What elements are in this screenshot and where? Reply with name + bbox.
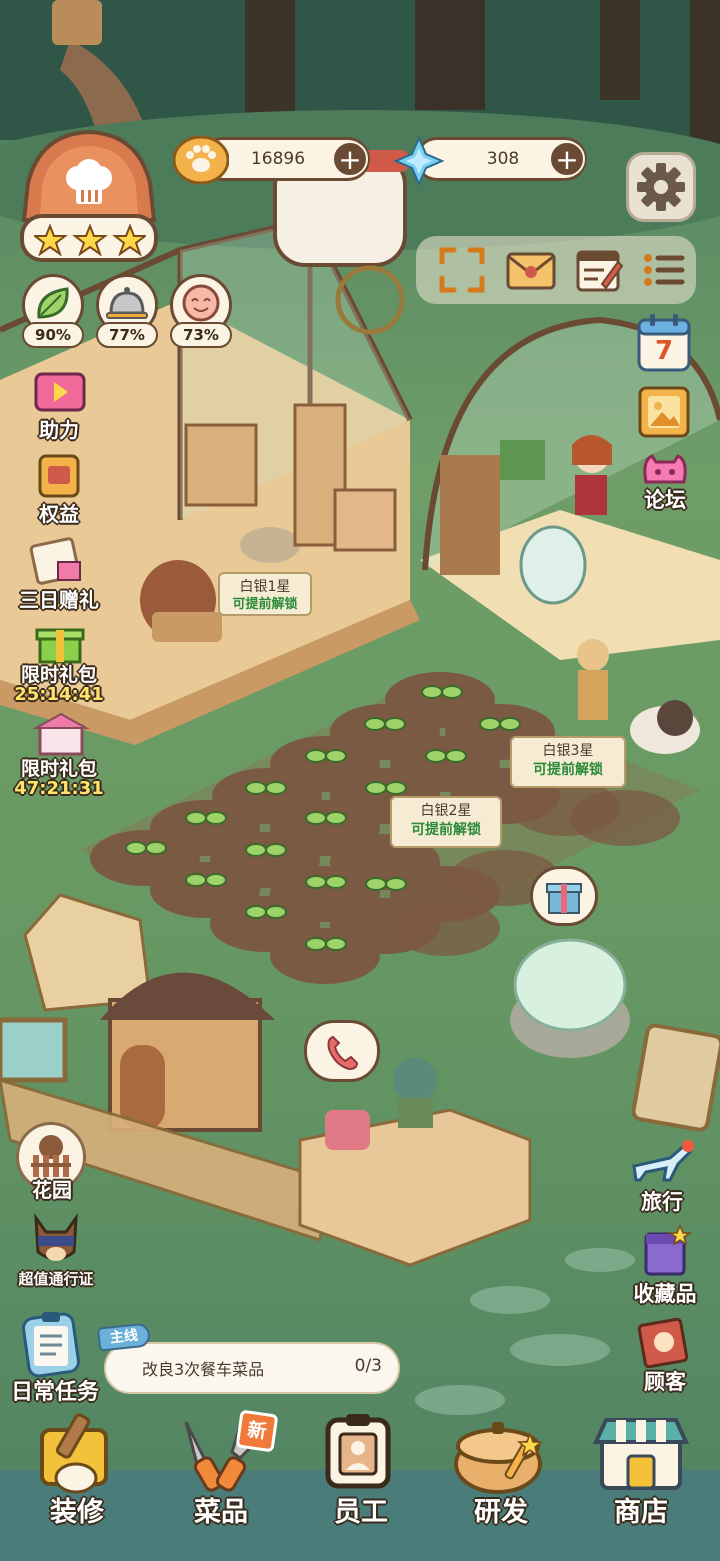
garden-button[interactable]: 花园 (14, 1122, 90, 1206)
shop-icon (592, 1418, 690, 1490)
benefits-label: 权益 (39, 502, 79, 526)
benefits-button[interactable]: 权益 (14, 452, 104, 526)
pass-label: 超值通行证 (18, 1270, 94, 1288)
limited-pack-1-timer: 25:14:41 (14, 684, 104, 705)
paw-coin-icon (172, 135, 230, 185)
gift-box-icon (546, 883, 582, 914)
nav-staff-label: 员工 (334, 1497, 388, 1528)
calendar-button[interactable]: 7 (636, 314, 692, 374)
nav-staff[interactable]: 员工 (306, 1412, 416, 1528)
assist-label: 助力 (39, 418, 79, 442)
stat-satisfaction[interactable]: 73% (170, 274, 232, 350)
stat-freshness[interactable]: 90% (22, 274, 84, 350)
cat-chat-icon (643, 454, 687, 484)
daily-tasks-button[interactable]: 日常任务 (4, 1308, 106, 1408)
menu-button[interactable] (638, 244, 690, 296)
unlock-sign-action: 可提前解锁 (411, 822, 481, 838)
staff-badge-icon (325, 1414, 391, 1489)
gem-icon (393, 135, 445, 187)
unlock-sign-action: 可提前解锁 (232, 597, 298, 612)
settings-button[interactable] (626, 152, 696, 222)
gift-bubble[interactable] (530, 866, 598, 926)
nav-dishes[interactable]: 新 菜品 (166, 1409, 279, 1528)
unlock-sign-silver-2[interactable]: 白银2星 可提前解锁 (390, 796, 502, 848)
new-badge: 新 (235, 1409, 279, 1453)
unlock-sign-silver-3[interactable]: 白银3星 可提前解锁 (510, 736, 626, 788)
game-scene: 白银1星 可提前解锁 白银2星 可提前解锁 白银3星 可提前解锁 16896 +… (0, 0, 720, 1561)
unlock-sign-tier: 白银1星 (239, 579, 291, 595)
nav-decorate[interactable]: 装修 (22, 1412, 132, 1528)
stat-value: 90% (22, 322, 84, 348)
main-quest-bar[interactable]: 改良3次餐车菜品 0/3 (104, 1342, 400, 1394)
quest-text: 改良3次餐车菜品 (142, 1360, 265, 1379)
stat-value: 77% (96, 322, 158, 348)
add-gems-button[interactable]: + (549, 141, 585, 177)
collection-button[interactable]: 收藏品 (620, 1224, 710, 1308)
notepad-icon (576, 250, 624, 292)
photo-album-button[interactable] (636, 384, 692, 440)
house-gift-icon (32, 712, 90, 756)
quest-progress: 0/3 (354, 1356, 382, 1376)
expand-icon (439, 247, 485, 293)
paint-roller-icon (40, 1413, 108, 1494)
assist-button[interactable]: 助力 (14, 368, 104, 442)
forum-label: 论坛 (644, 488, 686, 512)
daily-tasks-label: 日常任务 (10, 1380, 99, 1405)
fullscreen-button[interactable] (436, 244, 488, 296)
limited-pack-2-button[interactable]: 限时礼包 47:21:31 (4, 712, 114, 802)
limited-pack-1-button[interactable]: 限时礼包 25:14:41 (4, 620, 114, 708)
chef-hat-icon (66, 159, 112, 204)
voucher-icon (38, 454, 80, 498)
customers-label: 顾客 (644, 1370, 686, 1394)
customer-book-icon (637, 1317, 689, 1368)
collection-label: 收藏品 (633, 1282, 697, 1306)
collection-book-icon (644, 1224, 692, 1276)
phone-bubble[interactable] (304, 1020, 380, 1082)
limited-pack-2-timer: 47:21:31 (14, 778, 104, 799)
unlock-sign-tier: 白银2星 (420, 803, 472, 819)
dog-mascot-icon (34, 1212, 78, 1261)
nav-research-label: 研发 (474, 1497, 528, 1528)
travel-button[interactable]: 旅行 (622, 1136, 702, 1216)
limited-pack-2-label: 限时礼包 (20, 758, 97, 780)
unlock-sign-silver-1[interactable]: 白银1星 可提前解锁 (218, 572, 312, 616)
unlock-sign-action: 可提前解锁 (533, 762, 603, 778)
pass-button[interactable]: 超值通行证 (4, 1206, 108, 1294)
customers-button[interactable]: 顾客 (626, 1316, 704, 1396)
video-play-icon (34, 372, 86, 412)
coin-amount: 16896 (250, 149, 306, 169)
three-day-gift-button[interactable]: 三日赠礼 (4, 536, 114, 612)
gift-box-icon (35, 628, 85, 664)
photo-frame-icon (638, 386, 690, 438)
unlock-sign-tier: 白银3星 (542, 743, 594, 759)
garden-label: 花园 (32, 1178, 72, 1202)
phone-icon (327, 1035, 359, 1071)
forum-button[interactable]: 论坛 (630, 448, 700, 514)
mail-icon (506, 252, 556, 290)
add-coins-button[interactable]: + (332, 141, 368, 177)
notes-button[interactable] (572, 244, 626, 296)
cooking-pot-icon (454, 1422, 544, 1494)
nav-research[interactable]: 研发 (446, 1412, 556, 1528)
rank-stars (34, 224, 146, 256)
list-menu-icon (644, 254, 685, 286)
nav-dishes-label: 菜品 (194, 1497, 248, 1528)
stat-service[interactable]: 77% (96, 274, 158, 350)
top-toolbar (416, 236, 696, 304)
stat-value: 73% (170, 322, 232, 348)
clipboard-icon (22, 1312, 80, 1378)
bottom-nav: 装修 新 菜品 员工 研发 商店 (0, 1409, 720, 1561)
nav-decorate-label: 装修 (50, 1497, 104, 1528)
nav-shop[interactable]: 商店 (586, 1412, 696, 1528)
gear-icon (637, 163, 685, 211)
calendar-day: 7 (654, 336, 674, 366)
chef-rank-badge[interactable] (18, 128, 160, 268)
limited-pack-1-label: 限时礼包 (20, 664, 97, 686)
mail-button[interactable] (504, 244, 558, 296)
three-day-gift-label: 三日赠礼 (19, 588, 99, 612)
gift-letter-icon (29, 537, 81, 585)
airplane-icon (632, 1140, 694, 1182)
nav-shop-label: 商店 (614, 1497, 668, 1528)
travel-label: 旅行 (641, 1190, 683, 1214)
